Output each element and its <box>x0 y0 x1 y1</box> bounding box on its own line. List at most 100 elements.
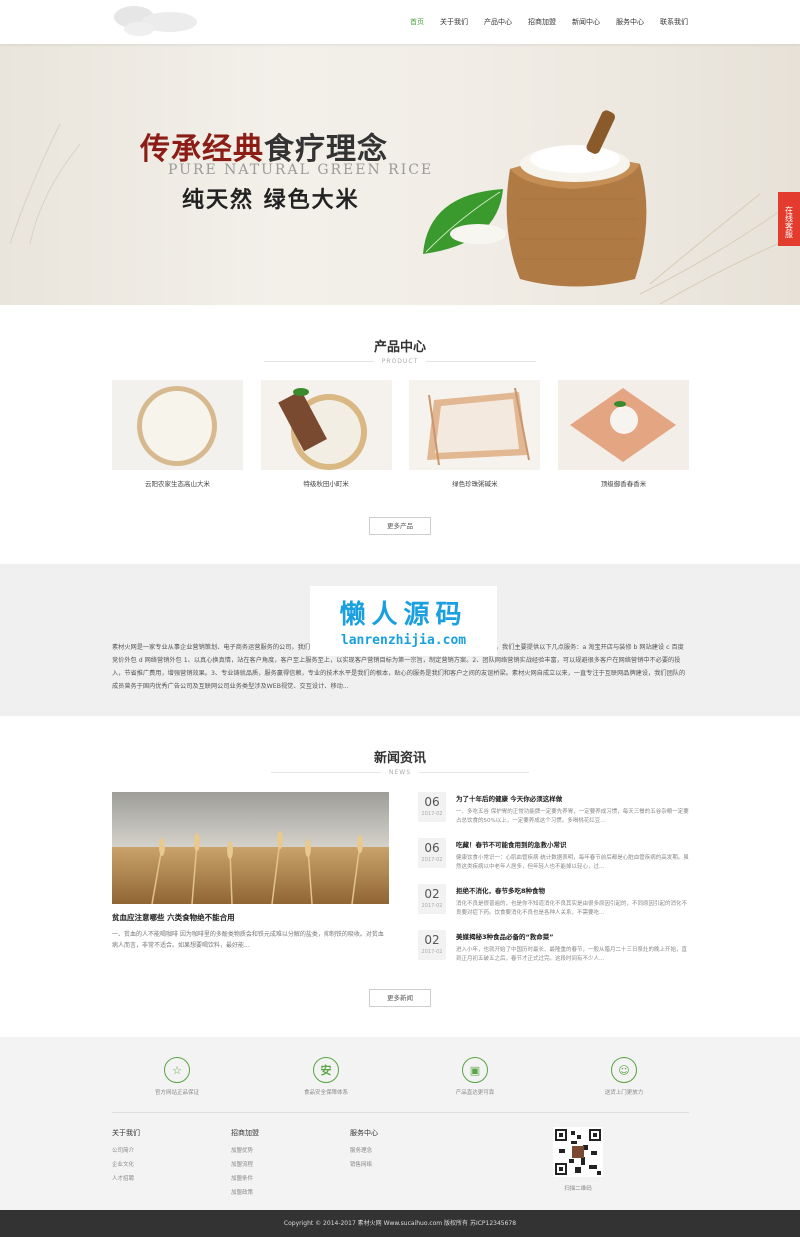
hero-banner[interactable]: 传承经典食疗理念 PURE NATURAL GREEN RICE 纯天然 绿色大… <box>0 44 800 305</box>
footer-link[interactable]: 销售网络 <box>350 1160 378 1168</box>
wheat-field-image <box>112 792 389 904</box>
copyright-bar: Copyright © 2014-2017 素材火网 Www.sucaihuo.… <box>0 1210 800 1237</box>
feature-list: ☆ 官方网站正品保证 安 食品安全保障体系 ▣ 产品直达更可靠 ☺ 送货上门更放… <box>112 1057 689 1096</box>
feature-label: 官方网站正品保证 <box>154 1090 199 1096</box>
news-date: 02 2017-02 <box>418 930 446 960</box>
qr-caption: 扫描二维码 <box>564 1186 592 1192</box>
feature-item: ▣ 产品直达更可靠 <box>410 1057 540 1096</box>
news-heading-cn: 新闻资讯 <box>373 751 426 766</box>
news-month: 2017-02 <box>421 949 443 955</box>
product-card[interactable]: 顶级御香春香米 <box>557 380 689 488</box>
qr-code-image <box>553 1127 603 1177</box>
logo[interactable] <box>112 4 212 40</box>
online-service-button[interactable]: 在线客服 <box>778 192 800 246</box>
footer-link[interactable]: 加盟流程 <box>231 1160 259 1168</box>
feature-label: 食品安全保障体系 <box>303 1090 348 1096</box>
news-day: 06 <box>424 795 440 809</box>
news-date: 06 2017-02 <box>418 792 446 822</box>
rice-bowl-image <box>137 386 217 466</box>
nav-item-products[interactable]: 产品中心 <box>484 14 512 30</box>
footer-link[interactable]: 公司简介 <box>112 1146 140 1154</box>
feature-item: ☆ 官方网站正品保证 <box>112 1057 242 1096</box>
star-badge-icon: ☆ <box>164 1057 190 1083</box>
feature-label: 送货上门更放力 <box>604 1090 644 1096</box>
rice-board-image <box>569 388 676 462</box>
news-desc: 消化不良是很普遍的，也是你不知道消化不良其实是由很多原因引起的，不同原因引起的消… <box>456 901 688 916</box>
more-news-button[interactable]: 更多新闻 <box>369 989 431 1007</box>
footer-link[interactable]: 企业文化 <box>112 1160 140 1168</box>
featured-news-title[interactable]: 贫血应注意哪些 六类食物绝不能合用 <box>112 912 389 923</box>
news-item[interactable]: 02 2017-02 拒绝不消化，春节多吃8种食物 消化不良是很普遍的，也是你不… <box>418 884 689 930</box>
products-heading-en: PRODUCT <box>264 358 536 365</box>
nav-item-home[interactable]: 首页 <box>410 14 424 30</box>
footer-link[interactable]: 加盟条件 <box>231 1174 259 1182</box>
watermark: 懒人源码 lanrenzhijia.com <box>310 586 497 656</box>
news-title[interactable]: 拒绝不消化，春节多吃8种食物 <box>456 885 689 895</box>
footer-divider <box>112 1112 689 1113</box>
products-heading-cn: 产品中心 <box>373 340 426 355</box>
featured-news-image[interactable] <box>112 792 389 904</box>
wheat-decoration-left <box>9 123 81 244</box>
news-title[interactable]: 美媒揭秘3种食品必备的“救命菜” <box>456 931 689 941</box>
footer-link[interactable]: 加盟政策 <box>231 1188 259 1196</box>
footer-link[interactable]: 服务理念 <box>350 1146 378 1154</box>
banner-subtitle-en: PURE NATURAL GREEN RICE <box>168 162 434 178</box>
product-card[interactable]: 云阳农家生态高山大米 <box>112 380 243 488</box>
news-heading-en: NEWS <box>271 769 529 776</box>
news-title[interactable]: 为了十年后的健康 今天你必须这样做 <box>456 793 689 803</box>
watermark-cn: 懒人源码 <box>339 600 468 630</box>
truck-icon: ▣ <box>462 1057 488 1083</box>
news-desc: 健康饮食小常识一：心肌血管疾病 统计数据表明，每年春节前后都是心脏血管疾病的高发… <box>456 855 689 870</box>
featured-news-desc: 一、贫血的人不能喝咖啡 因为咖啡里的多酚类物质会和铁元成难以分解的盐类，抑制铁的… <box>112 931 384 949</box>
news-item[interactable]: 02 2017-02 美媒揭秘3种食品必备的“救命菜” 进入小年，也就开始了中国… <box>418 930 689 976</box>
news-list: 06 2017-02 为了十年后的健康 今天你必须这样做 一、多吃五谷 保护胃的… <box>418 792 689 976</box>
featured-news[interactable]: 贫血应注意哪些 六类食物绝不能合用 一、贫血的人不能喝咖啡 因为咖啡里的多酚类物… <box>112 792 389 951</box>
news-day: 02 <box>424 887 440 901</box>
banner-subtitle-cn: 纯天然 绿色大米 <box>182 188 360 213</box>
product-image[interactable] <box>409 380 541 470</box>
news-desc: 进入小年，也就开始了中国历时最长、最隆重的春节，一般从腊月二十三日祭灶的晚上开始… <box>456 947 688 962</box>
nav-item-service[interactable]: 服务中心 <box>616 14 644 30</box>
news-item[interactable]: 06 2017-02 为了十年后的健康 今天你必须这样做 一、多吃五谷 保护胃的… <box>418 792 689 838</box>
nav-item-franchise[interactable]: 招商加盟 <box>528 14 556 30</box>
product-name[interactable]: 云阳农家生态高山大米 <box>112 478 243 488</box>
footer-column-franchise: 招商加盟 加盟优势 加盟流程 加盟条件 加盟政策 <box>231 1128 259 1202</box>
product-card[interactable]: 特级秋田小町米 <box>260 380 392 488</box>
service-person-icon: ☺ <box>611 1057 637 1083</box>
news-month: 2017-02 <box>421 811 443 817</box>
nav-item-about[interactable]: 关于我们 <box>440 14 468 30</box>
news-day: 06 <box>424 841 440 855</box>
product-image[interactable] <box>260 380 392 470</box>
footer-column-title[interactable]: 关于我们 <box>112 1128 140 1138</box>
footer-column-service: 服务中心 服务理念 销售网络 <box>350 1128 378 1174</box>
safety-icon: 安 <box>313 1057 339 1083</box>
watermark-en: lanrenzhijia.com <box>340 633 467 648</box>
footer-column-title[interactable]: 招商加盟 <box>231 1128 259 1138</box>
footer-link[interactable]: 人才招聘 <box>112 1174 140 1182</box>
feature-item: 安 食品安全保障体系 <box>261 1057 391 1096</box>
product-image[interactable] <box>557 380 689 470</box>
product-name[interactable]: 绿色珍珠粥碱米 <box>409 478 540 488</box>
news-heading: 新闻资讯 NEWS <box>0 747 800 776</box>
news-month: 2017-02 <box>421 857 443 863</box>
footer-column-about: 关于我们 公司简介 企业文化 人才招聘 <box>112 1128 140 1188</box>
footer-column-title[interactable]: 服务中心 <box>350 1128 378 1138</box>
product-name[interactable]: 特级秋田小町米 <box>261 478 392 488</box>
feature-label: 产品直达更可靠 <box>455 1090 495 1096</box>
footer-link[interactable]: 加盟优势 <box>231 1146 259 1154</box>
nav-item-contact[interactable]: 联系我们 <box>660 14 688 30</box>
news-item[interactable]: 06 2017-02 吃藏！春节不可能食用到的急救小常识 健康饮食小常识一：心肌… <box>418 838 689 884</box>
rice-basket-image <box>277 388 367 470</box>
product-name[interactable]: 顶级御香春香米 <box>558 478 689 488</box>
feature-item: ☺ 送货上门更放力 <box>559 1057 689 1096</box>
product-card[interactable]: 绿色珍珠粥碱米 <box>409 380 541 488</box>
wheat-decoration-right <box>640 194 800 304</box>
site-header: 首页 关于我们 产品中心 招商加盟 新闻中心 服务中心 联系我们 <box>0 0 800 44</box>
product-list: 云阳农家生态高山大米 特级秋田小町米 绿色珍珠粥碱米 顶级御香春香米 <box>112 380 689 488</box>
more-products-button[interactable]: 更多产品 <box>369 517 431 535</box>
nav-item-news[interactable]: 新闻中心 <box>572 14 600 30</box>
main-nav: 首页 关于我们 产品中心 招商加盟 新闻中心 服务中心 联系我们 <box>410 0 688 44</box>
news-date: 06 2017-02 <box>418 838 446 868</box>
product-image[interactable] <box>112 380 243 470</box>
news-title[interactable]: 吃藏！春节不可能食用到的急救小常识 <box>456 839 689 849</box>
